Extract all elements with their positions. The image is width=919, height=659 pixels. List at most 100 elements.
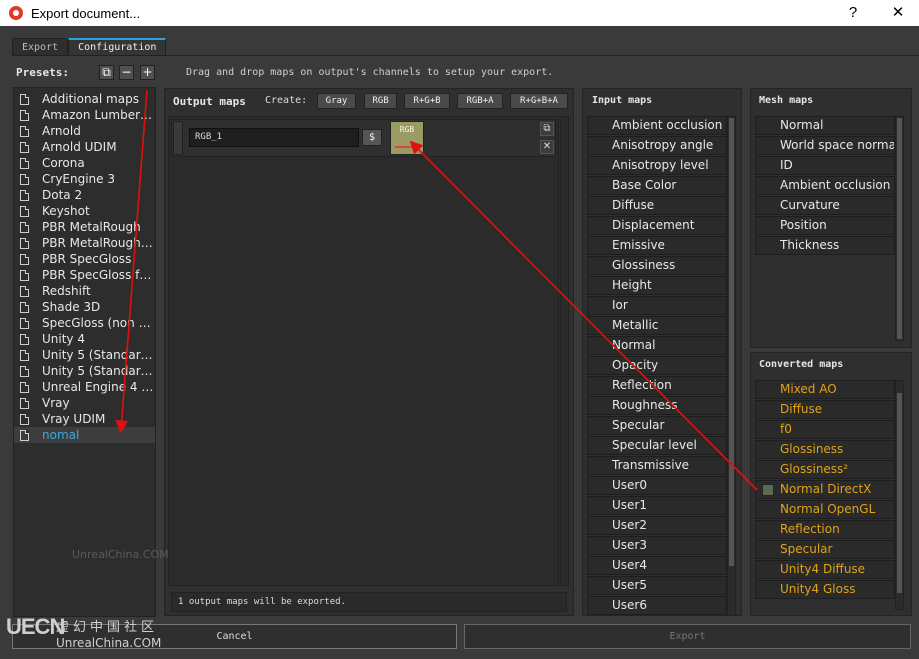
input-map-user0[interactable]: User0 [587, 476, 727, 495]
input-map-specular[interactable]: Specular [587, 416, 727, 435]
input-map-height[interactable]: Height [587, 276, 727, 295]
create-rgb-a-button[interactable]: RGB+A [457, 93, 503, 109]
converted-map-normal-directx[interactable]: Normal DirectX [755, 480, 895, 499]
input-map-emissive[interactable]: Emissive [587, 236, 727, 255]
preset-item-label: Arnold UDIM [42, 140, 117, 154]
input-map-user4[interactable]: User4 [587, 556, 727, 575]
preset-item-dota-2[interactable]: Dota 2 [14, 187, 155, 203]
converted-scrollbar[interactable] [895, 380, 904, 610]
preset-item-unity-5-standard[interactable]: Unity 5 (Standard ... [14, 363, 155, 379]
input-map-metallic[interactable]: Metallic [587, 316, 727, 335]
create-r-g-b-a-button[interactable]: R+G+B+A [510, 93, 568, 109]
delete-map-icon[interactable]: ✕ [540, 140, 554, 154]
input-map-anisotropy-level[interactable]: Anisotropy level [587, 156, 727, 175]
export-status: 1 output maps will be exported. [171, 592, 567, 612]
preset-item-label: Vray [42, 396, 70, 410]
help-button[interactable]: ? [843, 3, 863, 23]
converted-map-glossiness[interactable]: Glossiness² [755, 460, 895, 479]
preset-item-pbr-specgloss-fro[interactable]: PBR SpecGloss fro... [14, 267, 155, 283]
close-button[interactable]: ✕ [888, 3, 908, 23]
map-item-label: Ambient occlusion [612, 118, 723, 132]
converted-map-glossiness[interactable]: Glossiness [755, 440, 895, 459]
drag-handle[interactable] [173, 121, 183, 155]
input-map-anisotropy-angle[interactable]: Anisotropy angle [587, 136, 727, 155]
preset-item-unreal-engine-4-p[interactable]: Unreal Engine 4 (P... [14, 379, 155, 395]
mesh-scrollbar[interactable] [895, 116, 904, 341]
preset-item-amazon-lumbery[interactable]: Amazon Lumbery... [14, 107, 155, 123]
checkbox-icon[interactable] [762, 484, 774, 496]
map-item-label: Specular [612, 418, 665, 432]
create-gray-button[interactable]: Gray [317, 93, 356, 109]
converted-map-unity4-diffuse[interactable]: Unity4 Diffuse [755, 560, 895, 579]
input-map-reflection[interactable]: Reflection [587, 376, 727, 395]
preset-item-keyshot[interactable]: Keyshot [14, 203, 155, 219]
converted-map-mixed-ao[interactable]: Mixed AO [755, 380, 895, 399]
mesh-map-thickness[interactable]: Thickness [755, 236, 895, 255]
input-map-displacement[interactable]: Displacement [587, 216, 727, 235]
mesh-scroll-thumb[interactable] [897, 118, 902, 339]
preset-item-arnold[interactable]: Arnold [14, 123, 155, 139]
mesh-map-position[interactable]: Position [755, 216, 895, 235]
name-variable-button[interactable]: $ [362, 129, 382, 146]
preset-item-vray[interactable]: Vray [14, 395, 155, 411]
input-map-ior[interactable]: Ior [587, 296, 727, 315]
map-item-label: Reflection [612, 378, 672, 392]
input-map-transmissive[interactable]: Transmissive [587, 456, 727, 475]
input-map-specular-level[interactable]: Specular level [587, 436, 727, 455]
converted-map-specular[interactable]: Specular [755, 540, 895, 559]
mesh-map-curvature[interactable]: Curvature [755, 196, 895, 215]
preset-item-pbr-metalrough[interactable]: PBR MetalRough (... [14, 235, 155, 251]
input-map-user2[interactable]: User2 [587, 516, 727, 535]
add-preset-button[interactable]: + [140, 65, 155, 80]
converted-map-unity4-gloss[interactable]: Unity4 Gloss [755, 580, 895, 599]
input-map-user6[interactable]: User6 [587, 596, 727, 615]
output-scrollbar[interactable] [560, 116, 569, 586]
watermark-english: UnrealChina.COM [56, 636, 162, 650]
input-map-diffuse[interactable]: Diffuse [587, 196, 727, 215]
preset-item-shade-3d[interactable]: Shade 3D [14, 299, 155, 315]
file-icon [20, 189, 29, 201]
input-map-ambient-occlusion[interactable]: Ambient occlusion [587, 116, 727, 135]
preset-item-pbr-specgloss[interactable]: PBR SpecGloss [14, 251, 155, 267]
mesh-map-normal[interactable]: Normal [755, 116, 895, 135]
mesh-map-world-space-normal[interactable]: World space normal [755, 136, 895, 155]
input-map-glossiness[interactable]: Glossiness [587, 256, 727, 275]
input-scroll-thumb[interactable] [729, 118, 734, 566]
preset-item-redshift[interactable]: Redshift [14, 283, 155, 299]
duplicate-preset-button[interactable]: ⧉ [99, 65, 114, 80]
preset-item-nomal[interactable]: nomal [14, 427, 155, 443]
input-map-normal[interactable]: Normal [587, 336, 727, 355]
input-map-user5[interactable]: User5 [587, 576, 727, 595]
input-map-base-color[interactable]: Base Color [587, 176, 727, 195]
input-scrollbar[interactable] [727, 116, 736, 616]
input-map-roughness[interactable]: Roughness [587, 396, 727, 415]
input-map-user3[interactable]: User3 [587, 536, 727, 555]
rgb-channel-slot[interactable]: RGB [390, 121, 424, 155]
tab-configuration[interactable]: Configuration [68, 38, 167, 56]
mesh-map-ambient-occlusion[interactable]: Ambient occlusion [755, 176, 895, 195]
output-map-name-field[interactable]: RGB_1 [189, 128, 359, 147]
preset-item-arnold-udim[interactable]: Arnold UDIM [14, 139, 155, 155]
converted-map-reflection[interactable]: Reflection [755, 520, 895, 539]
preset-item-vray-udim[interactable]: Vray UDIM [14, 411, 155, 427]
converted-scroll-thumb[interactable] [897, 393, 902, 593]
converted-map-f0[interactable]: f0 [755, 420, 895, 439]
tab-export[interactable]: Export [12, 38, 69, 56]
remove-preset-button[interactable]: − [119, 65, 134, 80]
converted-map-normal-opengl[interactable]: Normal OpenGL [755, 500, 895, 519]
export-button[interactable]: Export [464, 624, 911, 649]
preset-item-unity-4[interactable]: Unity 4 [14, 331, 155, 347]
input-map-opacity[interactable]: Opacity [587, 356, 727, 375]
mesh-map-id[interactable]: ID [755, 156, 895, 175]
preset-item-corona[interactable]: Corona [14, 155, 155, 171]
create-rgb-button[interactable]: RGB [364, 93, 397, 109]
preset-item-cryengine-3[interactable]: CryEngine 3 [14, 171, 155, 187]
preset-item-pbr-metalrough[interactable]: PBR MetalRough [14, 219, 155, 235]
create-r-g-b-button[interactable]: R+G+B [404, 93, 450, 109]
preset-item-specgloss-non-p[interactable]: SpecGloss (non P... [14, 315, 155, 331]
converted-map-diffuse[interactable]: Diffuse [755, 400, 895, 419]
duplicate-map-icon[interactable]: ⧉ [540, 122, 554, 136]
input-map-user1[interactable]: User1 [587, 496, 727, 515]
preset-item-unity-5-standard[interactable]: Unity 5 (Standard ... [14, 347, 155, 363]
preset-item-additional-maps[interactable]: Additional maps [14, 91, 155, 107]
